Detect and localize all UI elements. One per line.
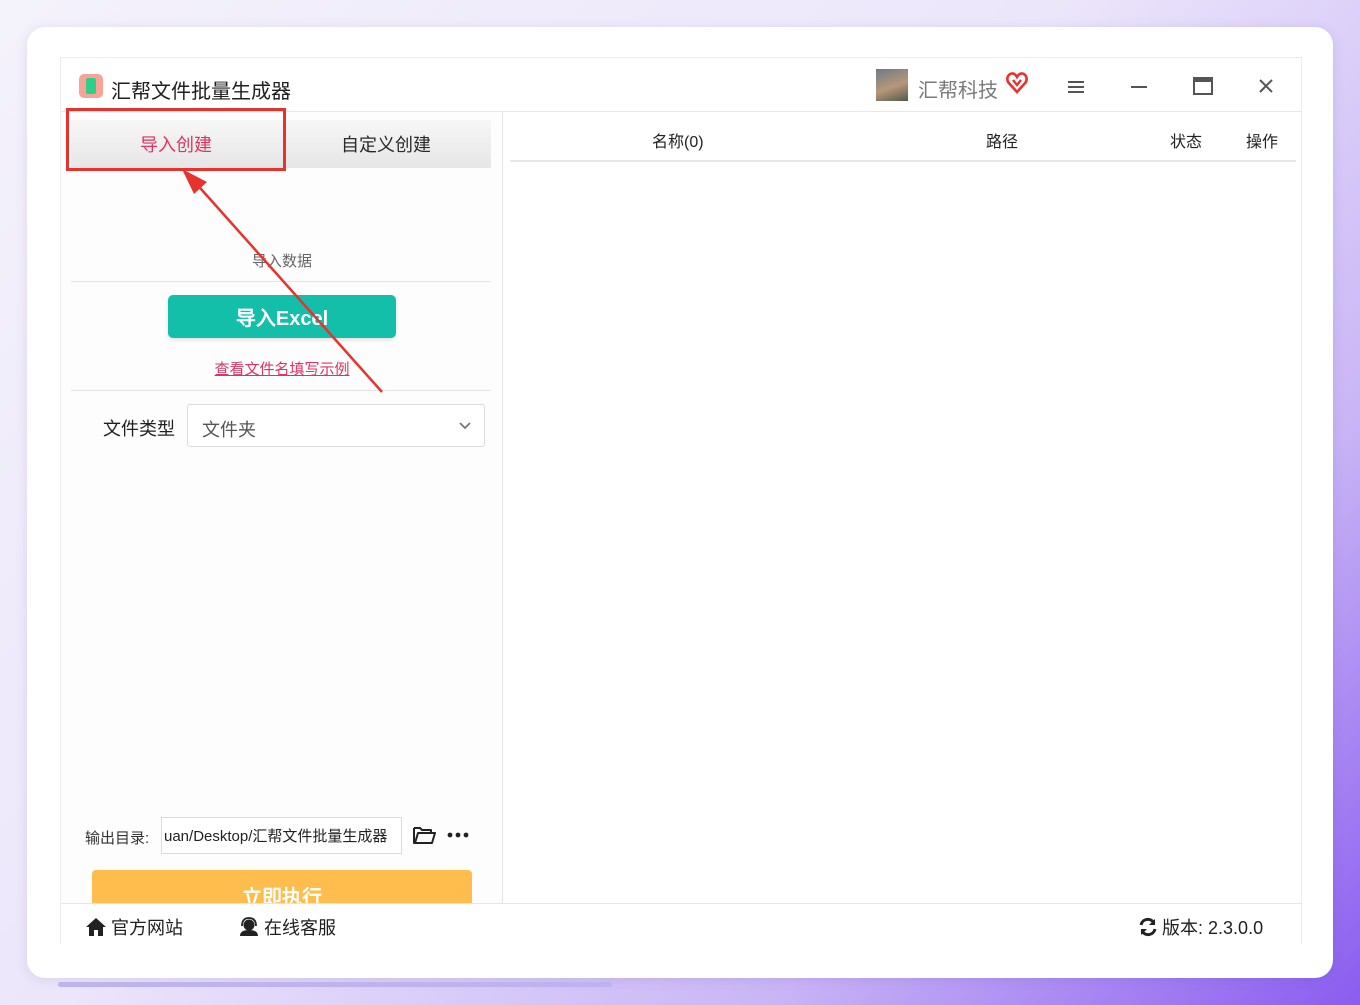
import-excel-button[interactable]: 导入Excel: [168, 295, 396, 338]
example-link[interactable]: 查看文件名填写示例: [61, 358, 503, 379]
website-link[interactable]: 官方网站: [85, 914, 183, 940]
app-logo-icon: [79, 74, 103, 98]
divider: [71, 281, 491, 282]
menu-icon[interactable]: [1066, 77, 1086, 97]
file-type-value: 文件夹: [202, 420, 256, 440]
column-header-operation[interactable]: 操作: [1246, 128, 1278, 152]
scroll-indicator: [58, 982, 612, 987]
app-title: 汇帮文件批量生成器: [111, 81, 291, 103]
section-label: 导入数据: [251, 253, 312, 270]
vip-heart-icon[interactable]: [1005, 71, 1029, 95]
service-label: 在线客服: [264, 918, 336, 938]
divider: [71, 390, 491, 391]
version-label: 版本:: [1162, 918, 1204, 938]
company-name: 汇帮科技: [918, 80, 998, 102]
app-window: 汇帮文件批量生成器 汇帮科技 导入创建 自定义创建 导入数据 导入Excel 查…: [60, 57, 1302, 945]
folder-icon[interactable]: [412, 824, 436, 846]
version-info: 版本: 2.3.0.0: [1138, 914, 1263, 940]
refresh-icon: [1139, 917, 1157, 937]
output-dir-input[interactable]: [161, 817, 402, 854]
tab-bar: 导入创建 自定义创建: [71, 120, 491, 168]
column-header-name[interactable]: 名称(0): [652, 128, 704, 152]
tab-import-create[interactable]: 导入创建: [71, 120, 281, 168]
output-dir-label: 输出目录:: [85, 830, 150, 847]
left-panel: 导入创建 自定义创建 导入数据 导入Excel 查看文件名填写示例 文件类型 文…: [61, 112, 503, 920]
maximize-icon[interactable]: [1192, 75, 1214, 97]
customer-service-icon: [240, 917, 258, 936]
service-link[interactable]: 在线客服: [238, 914, 336, 940]
table-header: 名称(0) 路径 状态 操作: [510, 112, 1296, 162]
close-icon[interactable]: [1257, 77, 1275, 95]
column-header-path[interactable]: 路径: [986, 128, 1018, 152]
file-type-label: 文件类型: [103, 419, 175, 439]
more-icon[interactable]: [447, 830, 469, 840]
chevron-down-icon: [459, 422, 471, 430]
avatar[interactable]: [876, 69, 908, 101]
file-type-select[interactable]: 文件夹: [187, 404, 485, 447]
title-bar: 汇帮文件批量生成器 汇帮科技: [61, 58, 1301, 112]
tab-custom-create[interactable]: 自定义创建: [281, 120, 491, 168]
website-label: 官方网站: [111, 918, 183, 938]
minimize-icon[interactable]: [1129, 77, 1149, 97]
home-icon: [86, 918, 106, 936]
version-value: 2.3.0.0: [1208, 918, 1264, 938]
footer-bar: 官方网站 在线客服 版本: 2.3.0.0: [61, 903, 1301, 945]
column-header-status[interactable]: 状态: [1170, 128, 1202, 152]
